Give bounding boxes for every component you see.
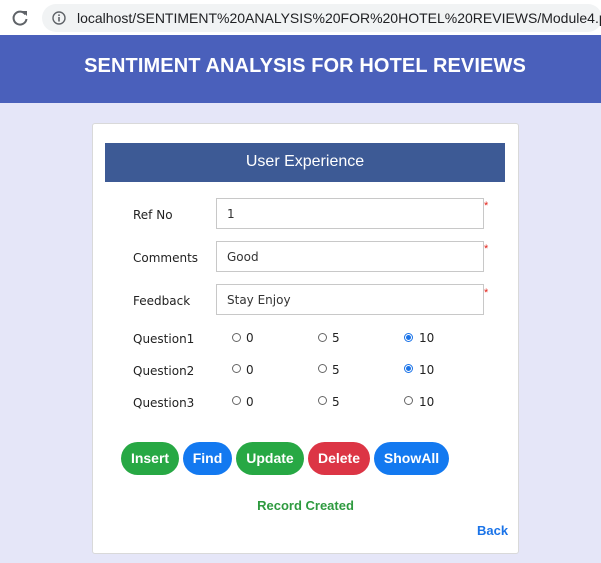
question3-radio-10[interactable]: [404, 396, 413, 405]
ref-no-required-mark: *: [484, 200, 489, 212]
feedback-label: Feedback: [133, 294, 191, 308]
question3-option-5-label: 5: [332, 395, 340, 409]
question2-radio-10[interactable]: [404, 364, 413, 373]
comments-label: Comments: [133, 251, 199, 265]
update-button[interactable]: Update: [236, 442, 304, 475]
show-all-button[interactable]: ShowAll: [374, 442, 449, 475]
ref-no-label: Ref No: [133, 208, 173, 222]
comments-input[interactable]: Good: [216, 241, 484, 272]
question1-option-5-label: 5: [332, 331, 340, 345]
reload-icon[interactable]: [10, 8, 30, 28]
ref-no-value: 1: [227, 207, 235, 221]
feedback-input[interactable]: Stay Enjoy: [216, 284, 484, 315]
find-button[interactable]: Find: [183, 442, 232, 475]
question1-option-10-label: 10: [419, 331, 435, 345]
url-text: localhost/SENTIMENT%20ANALYSIS%20FOR%20H…: [77, 10, 601, 26]
info-icon[interactable]: [52, 11, 66, 25]
question2-radio-0[interactable]: [232, 364, 241, 373]
question1-radio-0[interactable]: [232, 333, 241, 342]
question3-option-0-label: 0: [246, 395, 254, 409]
comments-required-mark: *: [484, 243, 489, 255]
question2-option-5-label: 5: [332, 363, 340, 377]
question3-radio-5[interactable]: [318, 396, 327, 405]
delete-button[interactable]: Delete: [308, 442, 370, 475]
status-message: Record Created: [257, 498, 354, 513]
question1-option-0-label: 0: [246, 331, 254, 345]
question3-option-10-label: 10: [419, 395, 435, 409]
question2-radio-5[interactable]: [318, 364, 327, 373]
question2-option-10-label: 10: [419, 363, 435, 377]
question3-radio-0[interactable]: [232, 396, 241, 405]
back-link[interactable]: Back: [477, 523, 508, 538]
question2-label: Question2: [133, 364, 195, 378]
feedback-value: Stay Enjoy: [227, 293, 291, 307]
form-title: User Experience: [245, 153, 365, 170]
page-title: SENTIMENT ANALYSIS FOR HOTEL REVIEWS: [84, 55, 526, 77]
browser-toolbar: localhost/SENTIMENT%20ANALYSIS%20FOR%20H…: [0, 0, 601, 35]
question1-radio-5[interactable]: [318, 333, 327, 342]
comments-value: Good: [227, 250, 259, 264]
question3-label: Question3: [133, 396, 195, 410]
insert-button[interactable]: Insert: [121, 442, 179, 475]
ref-no-input[interactable]: 1: [216, 198, 484, 229]
feedback-required-mark: *: [484, 287, 489, 299]
question1-radio-10[interactable]: [404, 333, 413, 342]
question1-label: Question1: [133, 332, 195, 346]
question2-option-0-label: 0: [246, 363, 254, 377]
